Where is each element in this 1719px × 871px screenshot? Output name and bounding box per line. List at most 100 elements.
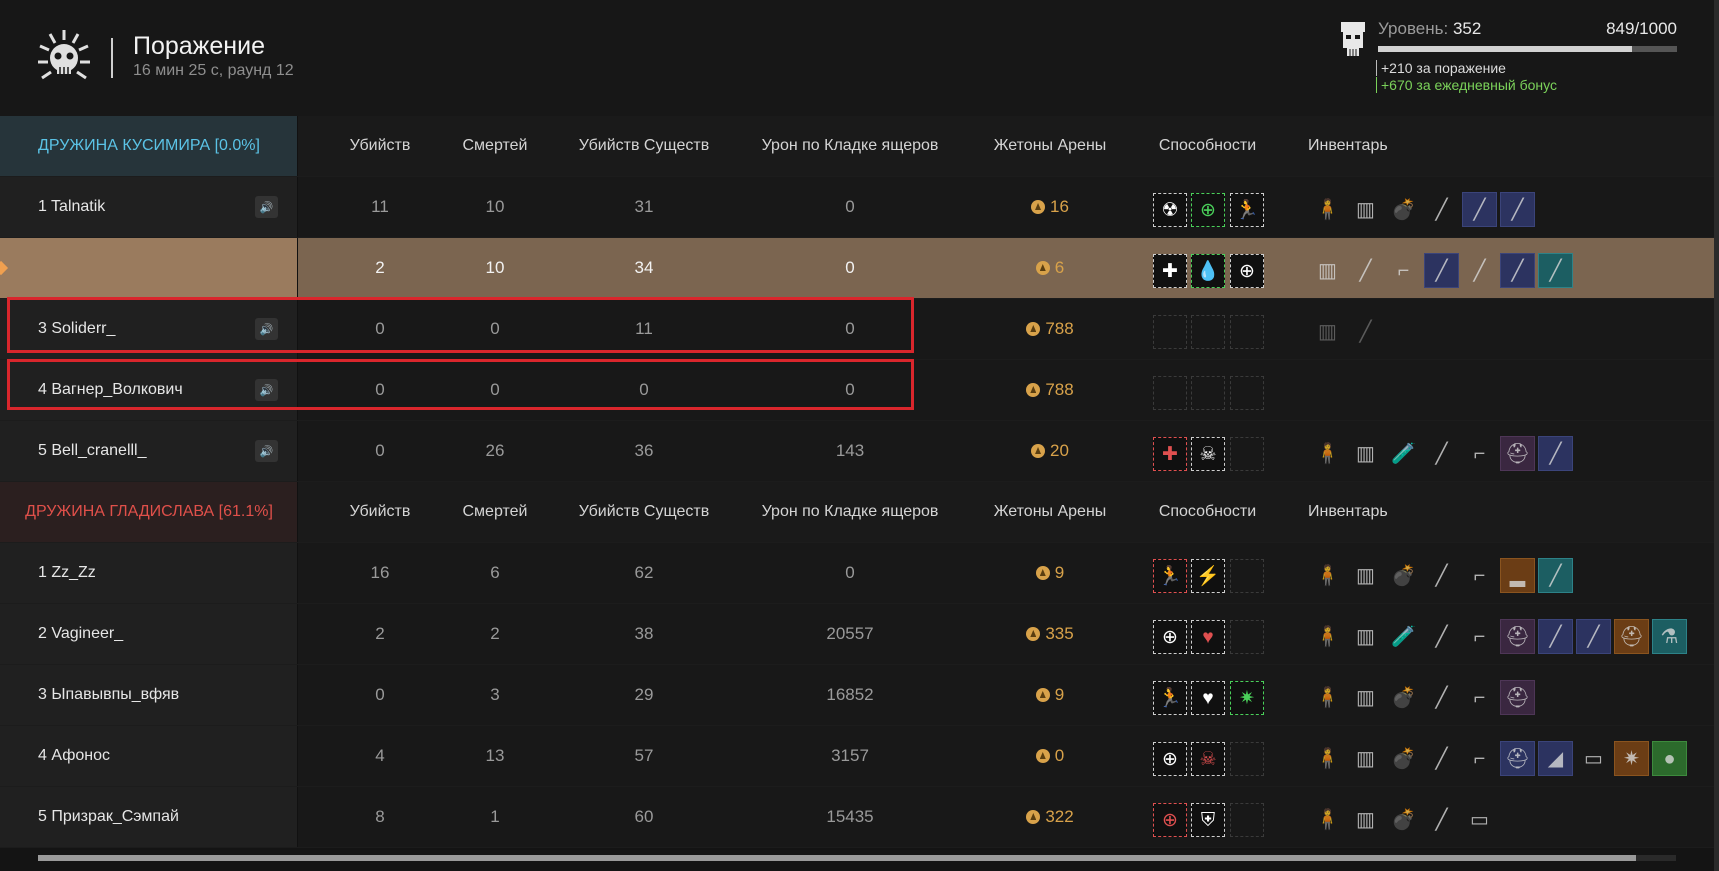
inventory-slot[interactable]: ⚗ (1652, 619, 1687, 654)
inventory-slot[interactable]: ⛑ (1500, 436, 1535, 471)
inventory-slot[interactable]: ◢ (1538, 741, 1573, 776)
inventory-slot[interactable]: 💣 (1386, 680, 1421, 715)
inventory-slot[interactable]: ╱ (1538, 558, 1573, 593)
inventory-slot[interactable]: ╱ (1348, 314, 1383, 349)
vertical-scrollbar[interactable] (1714, 0, 1719, 871)
inventory-slot[interactable]: ⌐ (1462, 741, 1497, 776)
ability-slot[interactable]: ♥ (1191, 620, 1225, 654)
ability-slot-empty[interactable] (1230, 376, 1264, 410)
column-header-kills[interactable]: Убийств (320, 482, 440, 542)
ability-slot-empty[interactable] (1230, 803, 1264, 837)
inventory-slot[interactable]: ╱ (1424, 253, 1459, 288)
inventory-slot[interactable]: 🧪 (1386, 619, 1421, 654)
ability-slot[interactable]: ♥ (1191, 681, 1225, 715)
inventory-slot[interactable]: ╱ (1500, 192, 1535, 227)
inventory-slot[interactable]: 🧍 (1310, 680, 1345, 715)
voice-mute-button[interactable]: 🔊 (255, 196, 278, 218)
ability-slot-empty[interactable] (1230, 620, 1264, 654)
inventory-slot[interactable]: ╱ (1424, 741, 1459, 776)
inventory-slot[interactable]: ▥ (1348, 436, 1383, 471)
inventory-slot[interactable]: 💣 (1386, 192, 1421, 227)
ability-slot[interactable]: 🏃 (1153, 559, 1187, 593)
inventory-slot[interactable]: ⌐ (1462, 680, 1497, 715)
player-row[interactable]: 5 Призрак_Сэмпай 8 1 60 15435 322 ⊕ ⛨ 🧍 ▥ 💣 ╱ ▭ (0, 787, 1719, 848)
inventory-slot[interactable]: ▥ (1310, 253, 1345, 288)
ability-slot[interactable]: 💧 (1191, 254, 1225, 288)
ability-slot[interactable]: ⚡ (1191, 559, 1225, 593)
player-row[interactable]: 5 Bell_cranelll_ 🔊 0 26 36 143 20 ✚ ☠ 🧍 ▥ 🧪 ╱ ⌐ ⛑ ╱ (0, 421, 1719, 482)
inventory-slot[interactable]: ▥ (1348, 558, 1383, 593)
ability-slot[interactable]: ✷ (1230, 681, 1264, 715)
inventory-slot[interactable]: ▂ (1500, 558, 1535, 593)
inventory-slot[interactable]: ╱ (1500, 253, 1535, 288)
ability-slot-empty[interactable] (1191, 315, 1225, 349)
inventory-slot[interactable]: ╱ (1348, 253, 1383, 288)
inventory-slot[interactable]: ▥ (1310, 314, 1345, 349)
inventory-slot[interactable]: 💣 (1386, 558, 1421, 593)
inventory-slot[interactable]: ⛑ (1500, 741, 1535, 776)
horizontal-scrollbar[interactable] (38, 855, 1676, 861)
ability-slot[interactable]: ✚ (1153, 254, 1187, 288)
player-row[interactable]: 1 Zz_Zz 16 6 62 0 9 🏃 ⚡ 🧍 ▥ 💣 ╱ ⌐ ▂ ╱ (0, 543, 1719, 604)
inventory-slot[interactable]: ⛑ (1500, 680, 1535, 715)
inventory-slot[interactable]: ▥ (1348, 619, 1383, 654)
inventory-slot[interactable]: ╱ (1424, 802, 1459, 837)
inventory-slot[interactable]: 🧪 (1386, 436, 1421, 471)
player-row[interactable]: 1 Talnatik 🔊 11 10 31 0 16 ☢ ⊕ 🏃 🧍 ▥ 💣 ╱ ╱ ╱ (0, 177, 1719, 238)
ability-slot[interactable]: ⛨ (1191, 803, 1225, 837)
inventory-slot[interactable]: ⌐ (1386, 253, 1421, 288)
inventory-slot[interactable]: 🧍 (1310, 558, 1345, 593)
inventory-slot[interactable]: 🧍 (1310, 741, 1345, 776)
inventory-slot[interactable]: 🧍 (1310, 192, 1345, 227)
inventory-slot[interactable]: ▥ (1348, 741, 1383, 776)
column-header-abilities[interactable]: Способности (1125, 116, 1290, 176)
ability-slot[interactable]: ⊕ (1153, 803, 1187, 837)
ability-slot[interactable]: ⊕ (1153, 742, 1187, 776)
inventory-slot[interactable]: ⛑ (1500, 619, 1535, 654)
inventory-slot[interactable]: ╱ (1538, 253, 1573, 288)
inventory-slot[interactable]: ╱ (1424, 680, 1459, 715)
inventory-slot[interactable]: ⌐ (1462, 619, 1497, 654)
inventory-slot[interactable]: ⛑ (1614, 619, 1649, 654)
column-header-inventory[interactable]: Инвентарь (1300, 116, 1420, 176)
inventory-slot[interactable]: ▥ (1348, 192, 1383, 227)
column-header-beast-kills[interactable]: Убийств Существ (560, 116, 728, 176)
ability-slot-empty[interactable] (1153, 376, 1187, 410)
ability-slot[interactable]: 🏃 (1230, 193, 1264, 227)
player-row[interactable]: 2 Vagineer_ 2 2 38 20557 335 ⊕ ♥ 🧍 ▥ 🧪 ╱ ⌐ ⛑ ╱ ╱ ⛑ ⚗ (0, 604, 1719, 665)
ability-slot-empty[interactable] (1230, 437, 1264, 471)
ability-slot-empty[interactable] (1191, 376, 1225, 410)
ability-slot-empty[interactable] (1230, 742, 1264, 776)
player-row[interactable]: 4 Афонос 4 13 57 3157 0 ⊕ ☠ 🧍 ▥ 💣 ╱ ⌐ ⛑ ◢ ▭ ✷ ● (0, 726, 1719, 787)
column-header-lizard-damage[interactable]: Урон по Кладке ящеров (745, 482, 955, 542)
inventory-slot[interactable]: 🧍 (1310, 619, 1345, 654)
inventory-slot[interactable]: ● (1652, 741, 1687, 776)
inventory-slot[interactable]: 💣 (1386, 741, 1421, 776)
ability-slot[interactable]: ⊕ (1230, 254, 1264, 288)
ability-slot[interactable]: ☢ (1153, 193, 1187, 227)
inventory-slot[interactable]: ▭ (1576, 741, 1611, 776)
inventory-slot[interactable]: 🧍 (1310, 436, 1345, 471)
horizontal-scrollbar-thumb[interactable] (38, 855, 1636, 861)
inventory-slot[interactable]: ╱ (1424, 558, 1459, 593)
ability-slot[interactable]: 🏃 (1153, 681, 1187, 715)
inventory-slot[interactable]: 💣 (1386, 802, 1421, 837)
inventory-slot[interactable]: ▥ (1348, 802, 1383, 837)
column-header-arena-tokens[interactable]: Жетоны Арены (970, 482, 1130, 542)
column-header-deaths[interactable]: Смертей (435, 482, 555, 542)
inventory-slot[interactable]: ╱ (1576, 619, 1611, 654)
inventory-slot[interactable]: ⌐ (1462, 558, 1497, 593)
voice-mute-button[interactable]: 🔊 (255, 440, 278, 462)
ability-slot-empty[interactable] (1153, 315, 1187, 349)
column-header-abilities[interactable]: Способности (1125, 482, 1290, 542)
ability-slot-empty[interactable] (1230, 315, 1264, 349)
inventory-slot[interactable]: ╱ (1538, 436, 1573, 471)
ability-slot[interactable]: ✚ (1153, 437, 1187, 471)
inventory-slot[interactable]: ▥ (1348, 680, 1383, 715)
ability-slot[interactable]: ☠ (1191, 742, 1225, 776)
ability-slot[interactable]: ☠ (1191, 437, 1225, 471)
inventory-slot[interactable]: ╱ (1462, 192, 1497, 227)
inventory-slot[interactable]: ╱ (1424, 436, 1459, 471)
column-header-arena-tokens[interactable]: Жетоны Арены (970, 116, 1130, 176)
inventory-slot[interactable]: ╱ (1462, 253, 1497, 288)
